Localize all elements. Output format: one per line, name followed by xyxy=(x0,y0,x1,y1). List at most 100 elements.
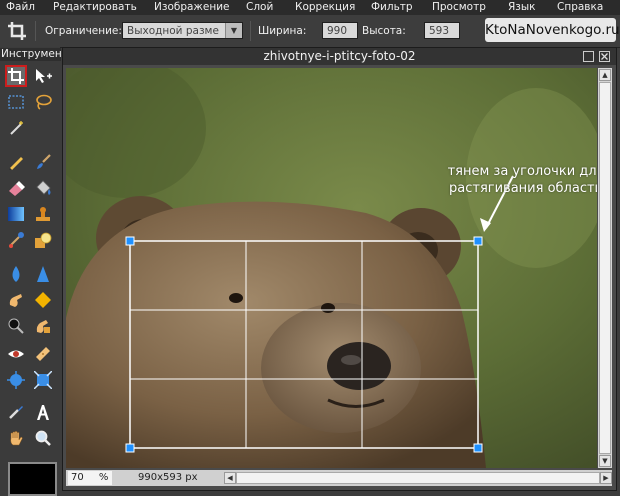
bloat-tool[interactable] xyxy=(5,369,27,391)
magic-wand-tool[interactable] xyxy=(5,117,27,139)
pinch-tool[interactable] xyxy=(32,369,54,391)
width-field[interactable]: 990 xyxy=(322,22,358,39)
crop-handle-top-right xyxy=(473,236,483,246)
blur-tool[interactable] xyxy=(5,263,27,285)
burn-tool[interactable] xyxy=(5,315,27,337)
constraint-value: Выходной разме xyxy=(127,25,219,37)
height-field[interactable]: 593 xyxy=(424,22,460,39)
tools-panel: Инструменты xyxy=(0,47,61,496)
zoom-field[interactable]: 70 % xyxy=(68,471,112,485)
crop-icon xyxy=(8,68,24,84)
chevron-down-icon[interactable]: ▼ xyxy=(225,23,242,38)
clone-stamp-tool[interactable] xyxy=(32,203,54,225)
dodge-tool[interactable] xyxy=(32,315,54,337)
menu-file[interactable]: Файл xyxy=(6,1,35,13)
scroll-up-icon[interactable]: ▲ xyxy=(599,69,611,81)
zoom-tool[interactable] xyxy=(32,427,54,449)
color-picker-tool[interactable] xyxy=(5,401,27,423)
menu-layer[interactable]: Слой xyxy=(246,1,273,13)
gradient-tool[interactable] xyxy=(5,203,27,225)
crop-handle-bottom-right xyxy=(473,443,483,453)
shapes-icon xyxy=(35,232,52,248)
scroll-down-icon[interactable]: ▼ xyxy=(599,455,611,467)
tools-panel-title: Инструменты xyxy=(0,48,61,61)
width-label: Ширина: xyxy=(258,25,307,37)
menu-help[interactable]: Справка xyxy=(557,1,603,13)
sponge-tool[interactable] xyxy=(32,289,54,311)
sharpen-tool[interactable] xyxy=(32,263,54,285)
zoom-unit: % xyxy=(98,472,109,483)
close-icon[interactable] xyxy=(599,51,610,62)
options-separator xyxy=(35,21,36,41)
horizontal-scroll-thumb[interactable] xyxy=(236,472,600,484)
options-bar: Ограничение: Выходной разме ▼ Ширина: 99… xyxy=(0,15,620,48)
hand-icon xyxy=(10,431,23,446)
menu-language[interactable]: Язык xyxy=(508,1,536,13)
hand-tool[interactable] xyxy=(5,427,27,449)
crop-selection[interactable] xyxy=(66,68,597,468)
eye-icon xyxy=(8,350,24,358)
spot-heal-tool[interactable] xyxy=(32,343,54,365)
color-replace-tool[interactable] xyxy=(5,229,27,251)
paint-bucket-icon xyxy=(36,180,51,195)
type-tool[interactable] xyxy=(32,401,54,423)
pencil-icon xyxy=(9,157,23,170)
eyedropper-icon xyxy=(9,406,23,419)
red-eye-tool[interactable] xyxy=(5,343,27,365)
horizontal-scrollbar[interactable]: ◀ ▶ xyxy=(224,472,612,484)
menu-filter[interactable]: Фильтр xyxy=(371,1,413,13)
vertical-scroll-thumb[interactable] xyxy=(599,82,611,454)
magic-wand-icon xyxy=(10,121,23,135)
shapes-tool[interactable] xyxy=(32,229,54,251)
letter-a-icon xyxy=(37,405,49,420)
annotation-text: тянем за уголочки для растягивания облас… xyxy=(447,164,597,196)
brush-tool[interactable] xyxy=(32,151,54,173)
hand-dodge-icon xyxy=(36,320,50,333)
smudge-tool[interactable] xyxy=(5,289,27,311)
sponge-icon xyxy=(35,292,51,308)
image-canvas[interactable]: тянем за уголочки для растягивания облас… xyxy=(66,68,597,468)
options-separator xyxy=(250,21,251,41)
crop-icon xyxy=(6,20,28,42)
bandage-icon xyxy=(36,347,50,361)
constraint-label: Ограничение: xyxy=(45,25,122,37)
lasso-tool[interactable] xyxy=(32,91,54,113)
maximize-icon[interactable] xyxy=(583,51,594,62)
image-dimensions: 990x593 px xyxy=(138,472,198,483)
menu-bar: Файл Редактировать Изображение Слой Корр… xyxy=(0,0,620,15)
marquee-tool[interactable] xyxy=(5,91,27,113)
move-tool[interactable] xyxy=(32,65,54,87)
lasso-icon xyxy=(36,94,52,110)
crop-tool[interactable] xyxy=(5,65,27,87)
constraint-select[interactable]: Выходной разме ▼ xyxy=(122,22,243,39)
pencil-tool[interactable] xyxy=(5,151,27,173)
brush-icon xyxy=(37,154,51,169)
triangle-icon xyxy=(37,266,49,282)
stamp-icon xyxy=(36,207,50,221)
magnifier-icon xyxy=(35,430,51,446)
height-label: Высота: xyxy=(362,25,406,37)
status-bar: 70 % 990x593 px ◀ ▶ xyxy=(66,470,612,486)
burn-icon xyxy=(8,318,24,334)
color-replace-icon xyxy=(9,232,24,248)
site-watermark: KtoNaNovenkogo.ru xyxy=(485,18,620,42)
crop-handle-bottom-left xyxy=(125,443,135,453)
water-drop-icon xyxy=(12,266,20,282)
paint-bucket-tool[interactable] xyxy=(32,177,54,199)
vertical-scrollbar[interactable]: ▲ ▼ xyxy=(598,68,612,468)
menu-adjustments[interactable]: Коррекция xyxy=(295,1,355,13)
scroll-right-icon[interactable]: ▶ xyxy=(600,472,612,484)
crop-handle-top-left xyxy=(125,236,135,246)
eraser-tool[interactable] xyxy=(5,177,27,199)
menu-image[interactable]: Изображение xyxy=(154,1,230,13)
zoom-value: 70 xyxy=(71,472,84,483)
menu-edit[interactable]: Редактировать xyxy=(53,1,137,13)
document-title: zhivotnye-i-ptitcy-foto-02 xyxy=(63,48,616,65)
move-icon xyxy=(36,69,52,83)
scroll-left-icon[interactable]: ◀ xyxy=(224,472,236,484)
pinch-icon xyxy=(34,371,52,389)
eraser-icon xyxy=(9,181,25,196)
menu-view[interactable]: Просмотр xyxy=(432,1,486,13)
gradient-icon xyxy=(8,207,24,221)
marquee-icon xyxy=(8,95,24,109)
